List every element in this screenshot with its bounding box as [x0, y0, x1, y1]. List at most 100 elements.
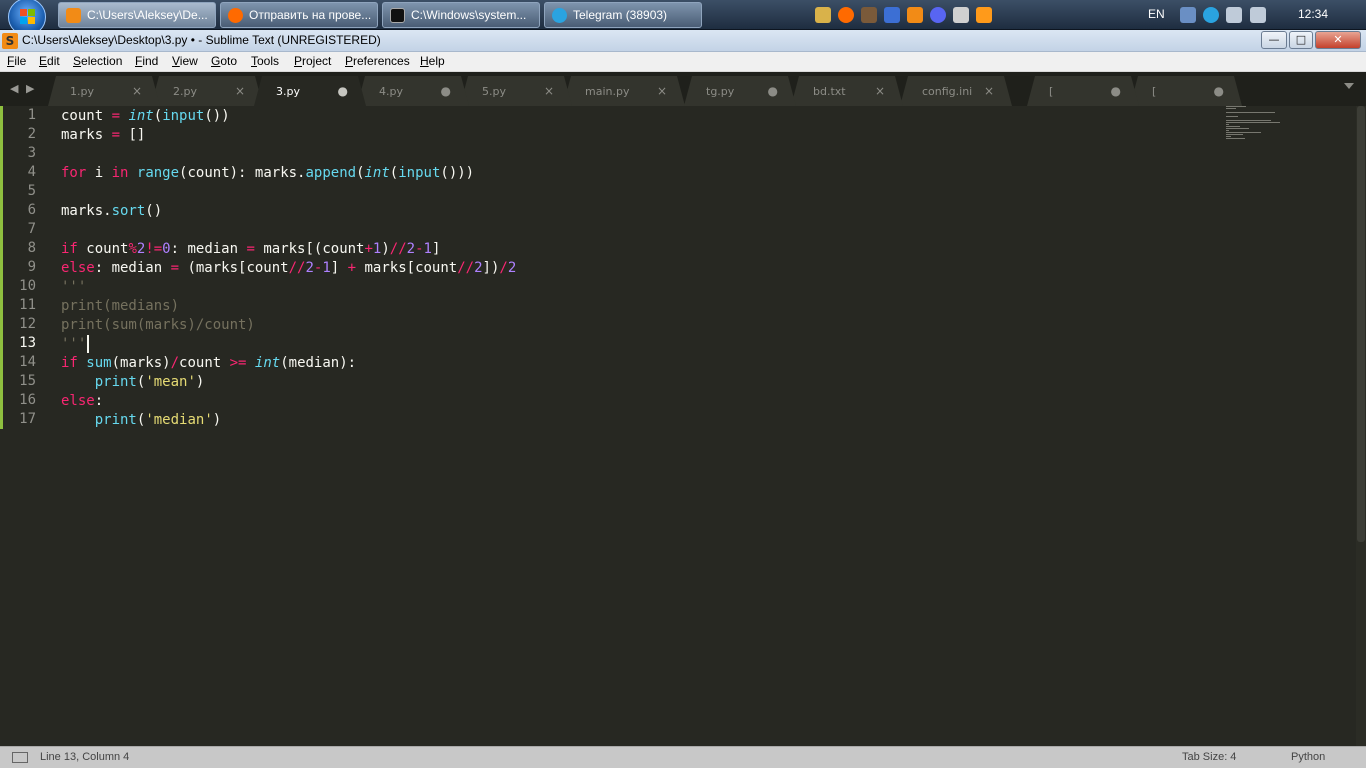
code-token: marks[count	[356, 260, 458, 276]
tab-close-icon[interactable]: ×	[875, 84, 885, 98]
panel-toggle-icon[interactable]	[12, 752, 28, 763]
code-line[interactable]: marks.sort()	[61, 202, 162, 221]
code-token: marks[(count	[254, 241, 365, 257]
code-token: 'median'	[145, 412, 213, 428]
syntax-indicator[interactable]: Python	[1291, 751, 1325, 763]
menu-goto[interactable]: Goto	[211, 54, 237, 68]
taskbar-task-firefox[interactable]: Отправить на прове...	[220, 2, 378, 28]
menu-preferences[interactable]: Preferences	[345, 54, 410, 68]
code-token: (marks)	[111, 355, 171, 371]
code-line[interactable]: if count% 2 !=0: median = marks[(count+1)/…	[61, 240, 440, 259]
code-line[interactable]: print(medians)	[61, 297, 179, 316]
code-token: (count): marks.	[179, 165, 306, 181]
volume-icon[interactable]	[1226, 7, 1242, 23]
tab-4[interactable]: 5.py ×	[460, 76, 572, 106]
tab-close-icon[interactable]: ×	[544, 84, 554, 98]
tab-label: 2.py	[173, 85, 197, 98]
display-icon[interactable]	[1250, 7, 1266, 23]
sublime-app-icon[interactable]: S	[2, 33, 18, 49]
tab-label: 4.py	[379, 85, 403, 98]
taskbar-task-sublime[interactable]: C:\Users\Aleksey\De...	[58, 2, 216, 28]
code-token: if	[61, 241, 78, 257]
cs-icon[interactable]	[953, 7, 969, 23]
minimize-button[interactable]: —	[1261, 31, 1287, 49]
minimap-line	[1226, 132, 1261, 133]
tab-close-icon[interactable]: ×	[984, 84, 994, 98]
menu-project[interactable]: Project	[294, 54, 331, 68]
tab-1[interactable]: 2.py ×	[151, 76, 263, 106]
code-line[interactable]: if sum(marks)/count >= int(median):	[61, 354, 356, 373]
chevron-up-icon[interactable]	[976, 7, 992, 23]
code-token: 2	[507, 260, 517, 276]
code-token: =	[170, 260, 180, 276]
sublime-icon[interactable]	[907, 7, 923, 23]
code-line[interactable]: else:	[61, 392, 103, 411]
menu-selection[interactable]: Selection	[73, 54, 122, 68]
code-token: : median	[94, 260, 171, 276]
tab-scroll-arrows[interactable]: ◀ ▶	[10, 82, 36, 95]
taskbar-task-telegram[interactable]: Telegram (38903)	[544, 2, 702, 28]
tab-2[interactable]: 3.py ●	[254, 76, 366, 106]
tab-10[interactable]: [●	[1130, 76, 1242, 106]
maximize-button[interactable]: □	[1289, 31, 1313, 49]
tab-7[interactable]: bd.txt ×	[791, 76, 903, 106]
telegram-tray-icon[interactable]	[1203, 7, 1219, 23]
game-icon[interactable]	[861, 7, 877, 23]
tab-unsaved-dot-icon[interactable]: ●	[1111, 84, 1121, 98]
code-line[interactable]: count = int(input())	[61, 107, 230, 126]
firefox-icon[interactable]	[838, 7, 854, 23]
code-line[interactable]: marks = []	[61, 126, 145, 145]
tab-0[interactable]: 1.py ×	[48, 76, 160, 106]
tab-unsaved-dot-icon[interactable]: ●	[338, 84, 348, 98]
menu-tools[interactable]: Tools	[251, 54, 279, 68]
tab-unsaved-dot-icon[interactable]: ●	[768, 84, 778, 98]
taskbar-task-cmd[interactable]: C:\Windows\system...	[382, 2, 540, 28]
tab-close-icon[interactable]: ×	[132, 84, 142, 98]
code-line[interactable]: '''	[61, 278, 86, 297]
steam-icon[interactable]	[884, 7, 900, 23]
code-line[interactable]: else: median = (marks[count//2-1] + mark…	[61, 259, 516, 278]
tab-bar: ◀ ▶ 1.py × 2.py × 3.py ● 4.py ● 5.py × main.py × tg.…	[0, 72, 1366, 106]
code-token: =	[246, 241, 255, 257]
discord-icon[interactable]	[930, 7, 946, 23]
menu-find[interactable]: Find	[135, 54, 158, 68]
network-icon[interactable]	[1180, 7, 1196, 23]
code-line[interactable]: for i in range(count): marks.append(int(…	[61, 164, 474, 183]
minimap[interactable]	[1226, 106, 1286, 146]
tab-9[interactable]: [●	[1027, 76, 1139, 106]
code-line[interactable]: '''	[61, 335, 86, 354]
language-indicator[interactable]: EN	[1148, 7, 1165, 21]
code-line[interactable]: print(sum(marks)/count)	[61, 316, 255, 335]
folder-icon[interactable]	[815, 7, 831, 23]
code-token: sum	[86, 355, 112, 371]
tab-unsaved-dot-icon[interactable]: ●	[441, 84, 451, 98]
menu-edit[interactable]: Edit	[39, 54, 60, 68]
tab-close-icon[interactable]: ×	[235, 84, 245, 98]
code-line[interactable]: print('median')	[61, 411, 221, 430]
tab-3[interactable]: 4.py ●	[357, 76, 469, 106]
code-token: 2	[474, 260, 483, 276]
tab-menu-dropdown-icon[interactable]	[1344, 83, 1354, 89]
editor[interactable]: 1 2 3 4 5 6 7 8 9 10 11 12 13 14 15 16 17 count = int(in…	[0, 106, 1366, 746]
tab-5[interactable]: main.py ×	[563, 76, 685, 106]
taskbar: C:\Users\Aleksey\De... Отправить на пров…	[0, 0, 1366, 36]
tab-11[interactable]: {●	[1233, 76, 1345, 106]
clock[interactable]: 12:34	[1298, 7, 1328, 21]
tab-unsaved-dot-icon[interactable]: ●	[1317, 84, 1327, 98]
menu-file[interactable]: File	[7, 54, 26, 68]
code-line[interactable]: print('mean')	[61, 373, 205, 392]
tab-label: [	[1049, 85, 1054, 98]
code-token: int	[254, 355, 281, 371]
tab-close-icon[interactable]: ×	[657, 84, 667, 98]
tab-6[interactable]: tg.py ●	[684, 76, 796, 106]
menu-view[interactable]: View	[172, 54, 198, 68]
tab-8[interactable]: config.ini ×	[900, 76, 1012, 106]
tab-size-indicator[interactable]: Tab Size: 4	[1182, 751, 1236, 763]
tab-unsaved-dot-icon[interactable]: ●	[1214, 84, 1224, 98]
close-button[interactable]: ✕	[1315, 31, 1361, 49]
scrollbar-thumb[interactable]	[1357, 106, 1365, 542]
menu-help[interactable]: Help	[420, 54, 445, 68]
code-token: sort	[111, 203, 146, 219]
